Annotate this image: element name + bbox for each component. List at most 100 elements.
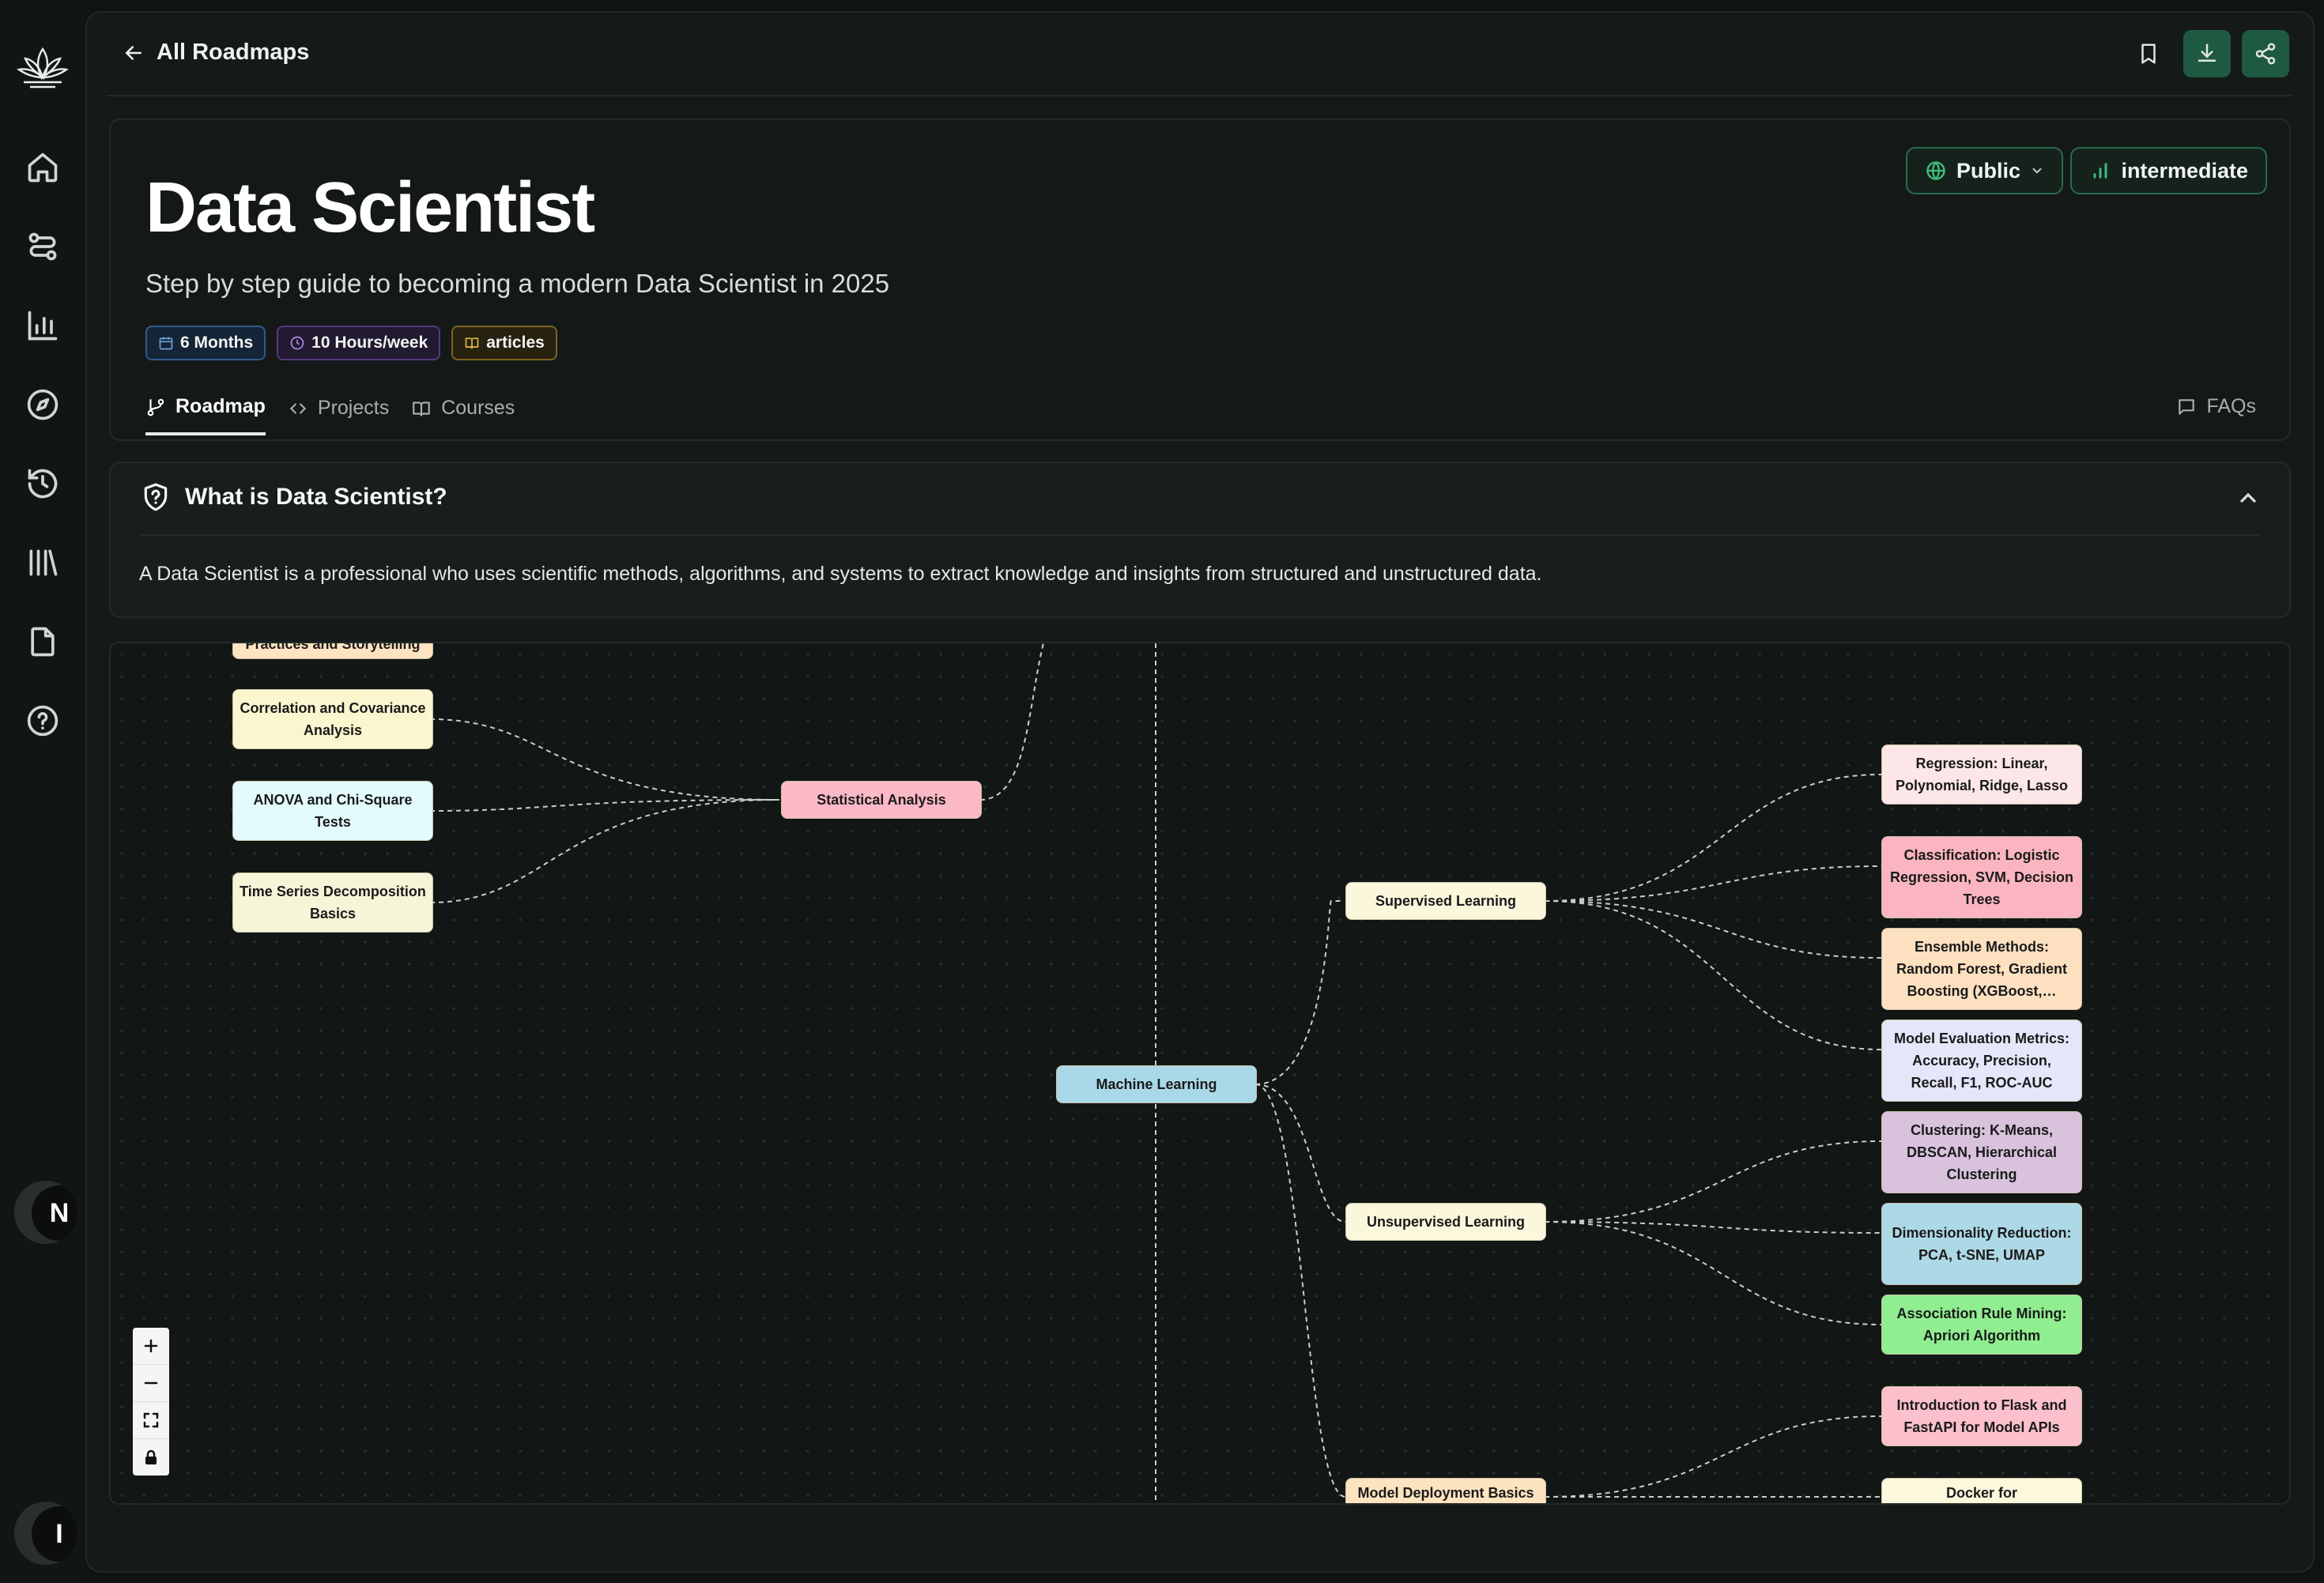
sidebar: N I <box>0 0 85 1583</box>
collapse-button[interactable] <box>2235 485 2261 511</box>
faqs-link[interactable]: FAQs <box>2176 395 2256 418</box>
user-avatar[interactable]: I <box>14 1502 77 1565</box>
share-button[interactable] <box>2242 30 2289 77</box>
node-statistical-analysis[interactable]: Statistical Analysis <box>781 781 982 819</box>
bookmark-button[interactable] <box>2125 30 2172 77</box>
node-model-deployment[interactable]: Model Deployment Basics <box>1345 1478 1546 1503</box>
lock-icon <box>145 1449 157 1464</box>
hours-badge: 10 Hours/week <box>277 326 441 360</box>
roadmap-tabs: Roadmap Projects Courses <box>145 395 515 435</box>
bar-chart-icon[interactable] <box>25 308 60 343</box>
tab-courses[interactable]: Courses <box>411 395 515 435</box>
node-statistical-label: Statistical Analysis <box>817 792 946 808</box>
node-association-rule-mining[interactable]: Association Rule Mining: Apriori Algorit… <box>1881 1295 2082 1355</box>
node-deployment-label: Model Deployment Basics <box>1357 1485 1534 1501</box>
tab-projects-label: Projects <box>317 397 390 419</box>
what-is-header[interactable]: What is Data Scientist? <box>141 482 447 512</box>
edge-classification <box>1544 865 1882 902</box>
history-icon[interactable] <box>25 466 60 501</box>
share-icon <box>2255 43 2276 65</box>
node-flask-label: Introduction to Flask and FastAPI for Mo… <box>1896 1397 2067 1435</box>
bookmark-icon <box>2141 43 2156 64</box>
node-machine-learning[interactable]: Machine Learning <box>1056 1065 1257 1103</box>
node-regression-label: Regression: Linear, Polynomial, Ridge, L… <box>1895 756 2069 793</box>
edge-dimensionality <box>1544 1221 1882 1234</box>
edge-ml-deployment <box>1254 1084 1346 1498</box>
maximize-icon <box>143 1412 159 1428</box>
page-title: Data Scientist <box>145 168 595 247</box>
zoom-in-button[interactable] <box>133 1328 169 1365</box>
zoom-controls <box>133 1328 169 1476</box>
level-label: intermediate <box>2121 158 2248 183</box>
code-icon <box>289 403 307 413</box>
edge-correlation <box>429 718 780 801</box>
message-square-icon <box>2179 398 2195 415</box>
node-dimensionality-label: Dimensionality Reduction: PCA, t-SNE, UM… <box>1892 1225 2072 1263</box>
download-button[interactable] <box>2183 30 2231 77</box>
resource-badge: articles <box>451 326 557 360</box>
node-unsupervised-learning[interactable]: Unsupervised Learning <box>1345 1203 1546 1241</box>
back-label: All Roadmaps <box>157 40 310 65</box>
node-dimensionality-reduction[interactable]: Dimensionality Reduction: PCA, t-SNE, UM… <box>1881 1203 2082 1285</box>
minus-icon <box>144 1381 158 1385</box>
level-badge[interactable]: intermediate <box>2070 147 2267 194</box>
node-flask-fastapi[interactable]: Introduction to Flask and FastAPI for Mo… <box>1881 1386 2082 1446</box>
tab-projects[interactable]: Projects <box>288 395 389 435</box>
roadmap-canvas[interactable]: Practices and Storytelling Correlation a… <box>109 642 2291 1505</box>
edge-statistical-up <box>979 643 1044 801</box>
resource-label: articles <box>486 334 545 352</box>
edge-clustering <box>1544 1140 1882 1223</box>
node-ml-label: Machine Learning <box>1096 1076 1217 1092</box>
hours-label: 10 Hours/week <box>311 334 428 352</box>
meta-badges: 6 Months 10 Hours/week articles <box>145 326 557 360</box>
edge-timeseries <box>429 799 780 903</box>
node-classification[interactable]: Classification: Logistic Regression, SVM… <box>1881 836 2082 918</box>
node-anova[interactable]: ANOVA and Chi-Square Tests <box>232 781 433 841</box>
edge-association <box>1544 1221 1882 1325</box>
lock-button[interactable] <box>133 1439 169 1476</box>
divider <box>141 534 2259 536</box>
avatar-initial: I <box>32 1506 77 1562</box>
help-icon[interactable] <box>25 703 60 738</box>
back-to-roadmaps-link[interactable]: All Roadmaps <box>122 40 309 66</box>
edge-ml-unsupervised <box>1254 1084 1346 1223</box>
edge-regression <box>1544 774 1882 902</box>
tab-roadmap-label: Roadmap <box>175 395 266 417</box>
tab-roadmap[interactable]: Roadmap <box>145 395 266 435</box>
node-storytelling[interactable]: Practices and Storytelling <box>232 643 433 659</box>
lotus-logo-icon[interactable] <box>13 38 73 98</box>
route-icon[interactable] <box>25 229 60 264</box>
chevron-up-icon <box>2240 492 2256 503</box>
duration-label: 6 Months <box>180 334 254 352</box>
node-unsupervised-label: Unsupervised Learning <box>1366 1214 1526 1230</box>
fit-view-button[interactable] <box>133 1402 169 1439</box>
edge-ml-supervised <box>1254 900 1344 1085</box>
node-ensemble-methods[interactable]: Ensemble Methods: Random Forest, Gradien… <box>1881 928 2082 1010</box>
git-branch-icon <box>147 398 164 416</box>
top-actions <box>2125 30 2289 77</box>
visibility-dropdown[interactable]: Public <box>1905 147 2063 194</box>
node-model-evaluation[interactable]: Model Evaluation Metrics: Accuracy, Prec… <box>1881 1020 2082 1102</box>
roadmap-header: Data Scientist Step by step guide to bec… <box>109 119 2291 441</box>
node-supervised-learning[interactable]: Supervised Learning <box>1345 882 1546 920</box>
node-ensemble-label: Ensemble Methods: Random Forest, Gradien… <box>1896 939 2068 999</box>
zoom-out-button[interactable] <box>133 1365 169 1402</box>
visibility-label: Public <box>1956 158 2020 183</box>
faqs-label: FAQs <box>2206 395 2256 417</box>
node-clustering[interactable]: Clustering: K-Means, DBSCAN, Hierarchica… <box>1881 1111 2082 1193</box>
home-icon[interactable] <box>25 150 60 185</box>
chevron-down-icon <box>2032 168 2042 174</box>
file-icon[interactable] <box>25 624 60 659</box>
node-regression[interactable]: Regression: Linear, Polynomial, Ridge, L… <box>1881 744 2082 805</box>
avatar-initial: N <box>32 1185 77 1241</box>
node-timeseries-label: Time Series Decomposition Basics <box>240 884 426 922</box>
node-docker[interactable]: Docker for <box>1881 1478 2082 1503</box>
shield-question-icon <box>144 483 168 511</box>
node-timeseries[interactable]: Time Series Decomposition Basics <box>232 873 433 933</box>
edge-ensemble <box>1544 900 1882 959</box>
node-correlation[interactable]: Correlation and Covariance Analysis <box>232 689 433 749</box>
avatar[interactable]: N <box>14 1181 77 1244</box>
library-icon[interactable] <box>25 545 60 580</box>
edge-flask <box>1544 1415 1882 1498</box>
compass-icon[interactable] <box>25 387 60 422</box>
